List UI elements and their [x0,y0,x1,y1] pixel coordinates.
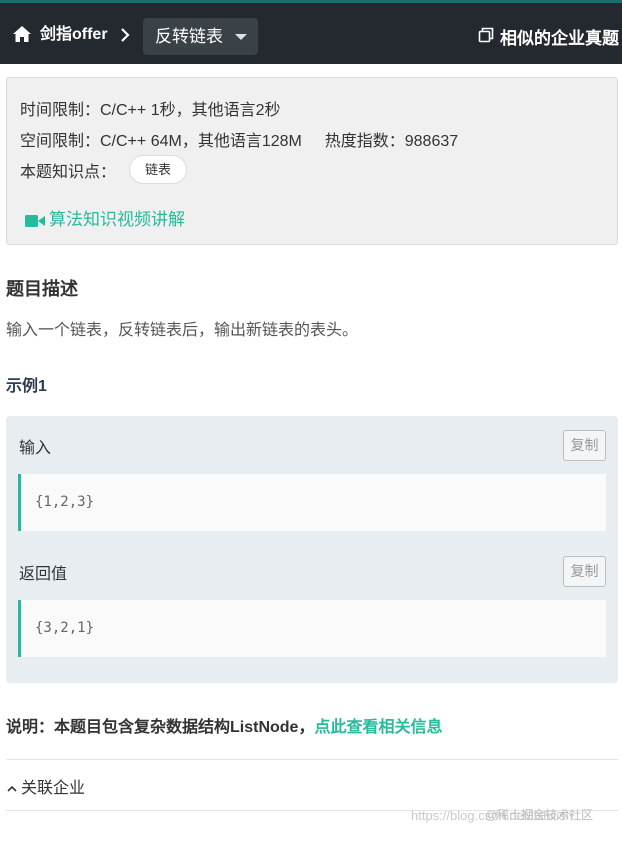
similar-questions-link[interactable]: 相似的企业真题 [500,24,619,49]
problem-title: 反转链表 [155,27,223,46]
input-code: {1,2,3} [18,474,606,531]
space-limit-row: 空间限制：C/C++ 64M，其他语言128M 热度指数：988637 [20,127,458,151]
example-panel: 输入 复制 {1,2,3} 返回值 复制 {3,2,1} [6,416,618,683]
time-limit: 时间限制：C/C++ 1秒，其他语言2秒 [20,102,281,119]
output-label: 返回值 [19,566,68,583]
problem-title-dropdown[interactable]: 反转链表 [143,18,258,55]
problem-info-panel: 时间限制：C/C++ 1秒，其他语言2秒 空间限制：C/C++ 64M，其他语言… [6,77,618,245]
data-structure-note: 说明：本题目包含复杂数据结构ListNode，点此查看相关信息 [6,713,442,737]
note-text: 说明：本题目包含复杂数据结构ListNode， [6,719,315,736]
video-link-label: 算法知识视频讲解 [49,210,185,229]
video-explanation-link[interactable]: 算法知识视频讲解 [25,205,185,229]
note-link[interactable]: 点此查看相关信息 [314,719,442,736]
space-limit: 空间限制：C/C++ 64M，其他语言128M [20,133,302,150]
knowledge-tag[interactable]: 链表 [129,155,187,184]
heat-index: 热度指数：988637 [324,133,459,150]
copy-output-button[interactable]: 复制 [563,556,606,587]
description-heading: 题目描述 [6,279,78,299]
watermark-brand: @稀土掘金技术社区 [485,808,594,822]
video-camera-icon [25,214,45,227]
description-text: 输入一个链表，反转链表后，输出新链表的表头。 [6,322,359,339]
example-heading: 示例1 [6,378,47,395]
caret-down-icon [235,34,247,40]
chevron-right-icon [121,28,130,42]
copy-icon [478,27,494,43]
knowledge-label: 本题知识点： [20,164,117,181]
top-nav-bar: 剑指offer 反转链表 相似的企业真题 [0,0,622,64]
related-companies-toggle[interactable]: 关联企业 [6,774,85,798]
breadcrumb-root[interactable]: 剑指offer [40,25,108,45]
input-label: 输入 [19,440,52,457]
chevron-up-icon [7,785,17,792]
output-code: {3,2,1} [18,600,606,657]
home-icon[interactable] [12,25,32,43]
copy-input-button[interactable]: 复制 [563,430,606,461]
related-companies-label: 关联企业 [21,780,86,797]
divider [6,759,618,760]
